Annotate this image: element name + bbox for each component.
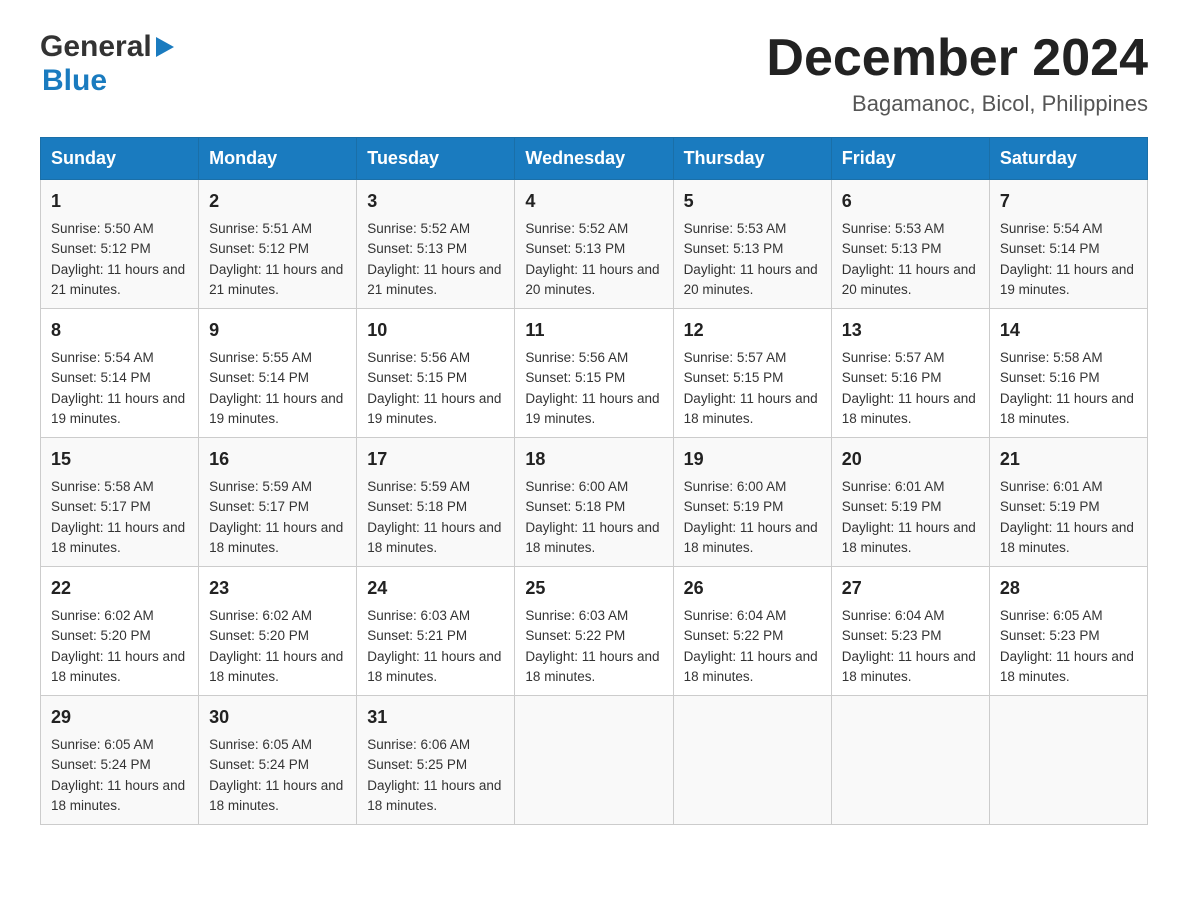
calendar-week-row: 15Sunrise: 5:58 AMSunset: 5:17 PMDayligh…	[41, 438, 1148, 567]
day-number: 23	[209, 575, 346, 602]
month-title: December 2024	[766, 30, 1148, 87]
calendar-cell: 18Sunrise: 6:00 AMSunset: 5:18 PMDayligh…	[515, 438, 673, 567]
day-number: 25	[525, 575, 662, 602]
calendar-cell	[515, 696, 673, 825]
day-number: 1	[51, 188, 188, 215]
logo-general-text: General	[40, 30, 152, 64]
calendar-cell: 6Sunrise: 5:53 AMSunset: 5:13 PMDaylight…	[831, 180, 989, 309]
day-number: 4	[525, 188, 662, 215]
day-number: 21	[1000, 446, 1137, 473]
location-subtitle: Bagamanoc, Bicol, Philippines	[766, 91, 1148, 117]
logo: General Blue	[40, 30, 174, 98]
calendar-cell: 7Sunrise: 5:54 AMSunset: 5:14 PMDaylight…	[989, 180, 1147, 309]
day-of-week-header: Sunday	[41, 138, 199, 180]
calendar-cell: 31Sunrise: 6:06 AMSunset: 5:25 PMDayligh…	[357, 696, 515, 825]
calendar-cell: 17Sunrise: 5:59 AMSunset: 5:18 PMDayligh…	[357, 438, 515, 567]
day-of-week-header: Monday	[199, 138, 357, 180]
day-number: 6	[842, 188, 979, 215]
day-number: 31	[367, 704, 504, 731]
calendar-week-row: 22Sunrise: 6:02 AMSunset: 5:20 PMDayligh…	[41, 567, 1148, 696]
page-header: General Blue December 2024 Bagamanoc, Bi…	[40, 30, 1148, 117]
calendar-cell: 13Sunrise: 5:57 AMSunset: 5:16 PMDayligh…	[831, 309, 989, 438]
calendar-cell: 26Sunrise: 6:04 AMSunset: 5:22 PMDayligh…	[673, 567, 831, 696]
logo-arrow-icon	[156, 37, 174, 57]
day-number: 16	[209, 446, 346, 473]
calendar-cell: 27Sunrise: 6:04 AMSunset: 5:23 PMDayligh…	[831, 567, 989, 696]
day-number: 12	[684, 317, 821, 344]
calendar-cell: 10Sunrise: 5:56 AMSunset: 5:15 PMDayligh…	[357, 309, 515, 438]
day-number: 3	[367, 188, 504, 215]
calendar-cell: 1Sunrise: 5:50 AMSunset: 5:12 PMDaylight…	[41, 180, 199, 309]
day-number: 2	[209, 188, 346, 215]
calendar-cell: 25Sunrise: 6:03 AMSunset: 5:22 PMDayligh…	[515, 567, 673, 696]
day-number: 20	[842, 446, 979, 473]
calendar-cell: 28Sunrise: 6:05 AMSunset: 5:23 PMDayligh…	[989, 567, 1147, 696]
day-number: 17	[367, 446, 504, 473]
calendar-cell: 11Sunrise: 5:56 AMSunset: 5:15 PMDayligh…	[515, 309, 673, 438]
day-number: 8	[51, 317, 188, 344]
calendar-cell: 15Sunrise: 5:58 AMSunset: 5:17 PMDayligh…	[41, 438, 199, 567]
day-number: 24	[367, 575, 504, 602]
day-number: 28	[1000, 575, 1137, 602]
calendar-week-row: 8Sunrise: 5:54 AMSunset: 5:14 PMDaylight…	[41, 309, 1148, 438]
day-number: 10	[367, 317, 504, 344]
calendar-cell: 24Sunrise: 6:03 AMSunset: 5:21 PMDayligh…	[357, 567, 515, 696]
day-number: 5	[684, 188, 821, 215]
calendar-week-row: 29Sunrise: 6:05 AMSunset: 5:24 PMDayligh…	[41, 696, 1148, 825]
calendar-cell	[989, 696, 1147, 825]
calendar-cell: 19Sunrise: 6:00 AMSunset: 5:19 PMDayligh…	[673, 438, 831, 567]
calendar-cell: 30Sunrise: 6:05 AMSunset: 5:24 PMDayligh…	[199, 696, 357, 825]
calendar-cell: 3Sunrise: 5:52 AMSunset: 5:13 PMDaylight…	[357, 180, 515, 309]
day-number: 14	[1000, 317, 1137, 344]
day-of-week-header: Wednesday	[515, 138, 673, 180]
day-number: 22	[51, 575, 188, 602]
day-number: 7	[1000, 188, 1137, 215]
calendar-table: SundayMondayTuesdayWednesdayThursdayFrid…	[40, 137, 1148, 825]
calendar-cell: 4Sunrise: 5:52 AMSunset: 5:13 PMDaylight…	[515, 180, 673, 309]
day-number: 9	[209, 317, 346, 344]
day-of-week-header: Saturday	[989, 138, 1147, 180]
calendar-week-row: 1Sunrise: 5:50 AMSunset: 5:12 PMDaylight…	[41, 180, 1148, 309]
calendar-cell: 12Sunrise: 5:57 AMSunset: 5:15 PMDayligh…	[673, 309, 831, 438]
calendar-cell: 21Sunrise: 6:01 AMSunset: 5:19 PMDayligh…	[989, 438, 1147, 567]
day-of-week-header: Tuesday	[357, 138, 515, 180]
day-number: 19	[684, 446, 821, 473]
calendar-header-row: SundayMondayTuesdayWednesdayThursdayFrid…	[41, 138, 1148, 180]
calendar-cell: 2Sunrise: 5:51 AMSunset: 5:12 PMDaylight…	[199, 180, 357, 309]
calendar-cell: 14Sunrise: 5:58 AMSunset: 5:16 PMDayligh…	[989, 309, 1147, 438]
day-number: 15	[51, 446, 188, 473]
calendar-cell: 16Sunrise: 5:59 AMSunset: 5:17 PMDayligh…	[199, 438, 357, 567]
calendar-cell	[673, 696, 831, 825]
day-number: 30	[209, 704, 346, 731]
title-block: December 2024 Bagamanoc, Bicol, Philippi…	[766, 30, 1148, 117]
day-number: 26	[684, 575, 821, 602]
calendar-cell: 29Sunrise: 6:05 AMSunset: 5:24 PMDayligh…	[41, 696, 199, 825]
day-number: 27	[842, 575, 979, 602]
calendar-cell: 22Sunrise: 6:02 AMSunset: 5:20 PMDayligh…	[41, 567, 199, 696]
day-of-week-header: Thursday	[673, 138, 831, 180]
calendar-cell	[831, 696, 989, 825]
logo-blue-text: Blue	[42, 64, 174, 98]
calendar-cell: 20Sunrise: 6:01 AMSunset: 5:19 PMDayligh…	[831, 438, 989, 567]
day-of-week-header: Friday	[831, 138, 989, 180]
calendar-cell: 9Sunrise: 5:55 AMSunset: 5:14 PMDaylight…	[199, 309, 357, 438]
day-number: 13	[842, 317, 979, 344]
calendar-cell: 5Sunrise: 5:53 AMSunset: 5:13 PMDaylight…	[673, 180, 831, 309]
calendar-cell: 23Sunrise: 6:02 AMSunset: 5:20 PMDayligh…	[199, 567, 357, 696]
day-number: 18	[525, 446, 662, 473]
day-number: 29	[51, 704, 188, 731]
day-number: 11	[525, 317, 662, 344]
calendar-cell: 8Sunrise: 5:54 AMSunset: 5:14 PMDaylight…	[41, 309, 199, 438]
